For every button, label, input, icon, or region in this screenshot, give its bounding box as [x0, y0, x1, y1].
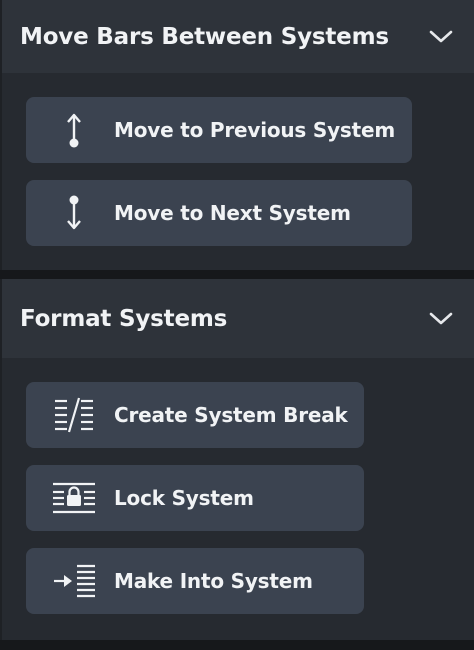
- lock-system-button[interactable]: Lock System: [26, 465, 364, 531]
- button-label: Make Into System: [114, 569, 313, 593]
- button-label: Move to Next System: [114, 201, 351, 225]
- section-header-format-systems[interactable]: Format Systems: [2, 279, 474, 358]
- move-to-previous-system-button[interactable]: Move to Previous System: [26, 97, 412, 163]
- make-into-system-icon: [48, 561, 100, 601]
- section-title: Format Systems: [20, 305, 228, 332]
- section-title: Move Bars Between Systems: [20, 23, 389, 50]
- section-body-format-systems: Create System Break Lock System Make Int…: [2, 358, 474, 640]
- button-label: Lock System: [114, 486, 254, 510]
- properties-panel: Move Bars Between Systems Move to Previo…: [0, 0, 474, 650]
- section-header-move-bars[interactable]: Move Bars Between Systems: [2, 0, 474, 73]
- chevron-down-icon[interactable]: [428, 310, 454, 328]
- arrow-up-from-dot-icon: [48, 110, 100, 150]
- section-divider: [0, 640, 474, 650]
- button-label: Create System Break: [114, 403, 348, 427]
- button-label: Move to Previous System: [114, 118, 396, 142]
- create-system-break-button[interactable]: Create System Break: [26, 382, 364, 448]
- arrow-down-from-dot-icon: [48, 193, 100, 233]
- chevron-down-icon[interactable]: [428, 28, 454, 46]
- make-into-system-button[interactable]: Make Into System: [26, 548, 364, 614]
- system-break-icon: [48, 395, 100, 435]
- lock-system-icon: [48, 478, 100, 518]
- section-divider: [0, 270, 474, 279]
- move-to-next-system-button[interactable]: Move to Next System: [26, 180, 412, 246]
- section-body-move-bars: Move to Previous System Move to Next Sys…: [2, 73, 474, 270]
